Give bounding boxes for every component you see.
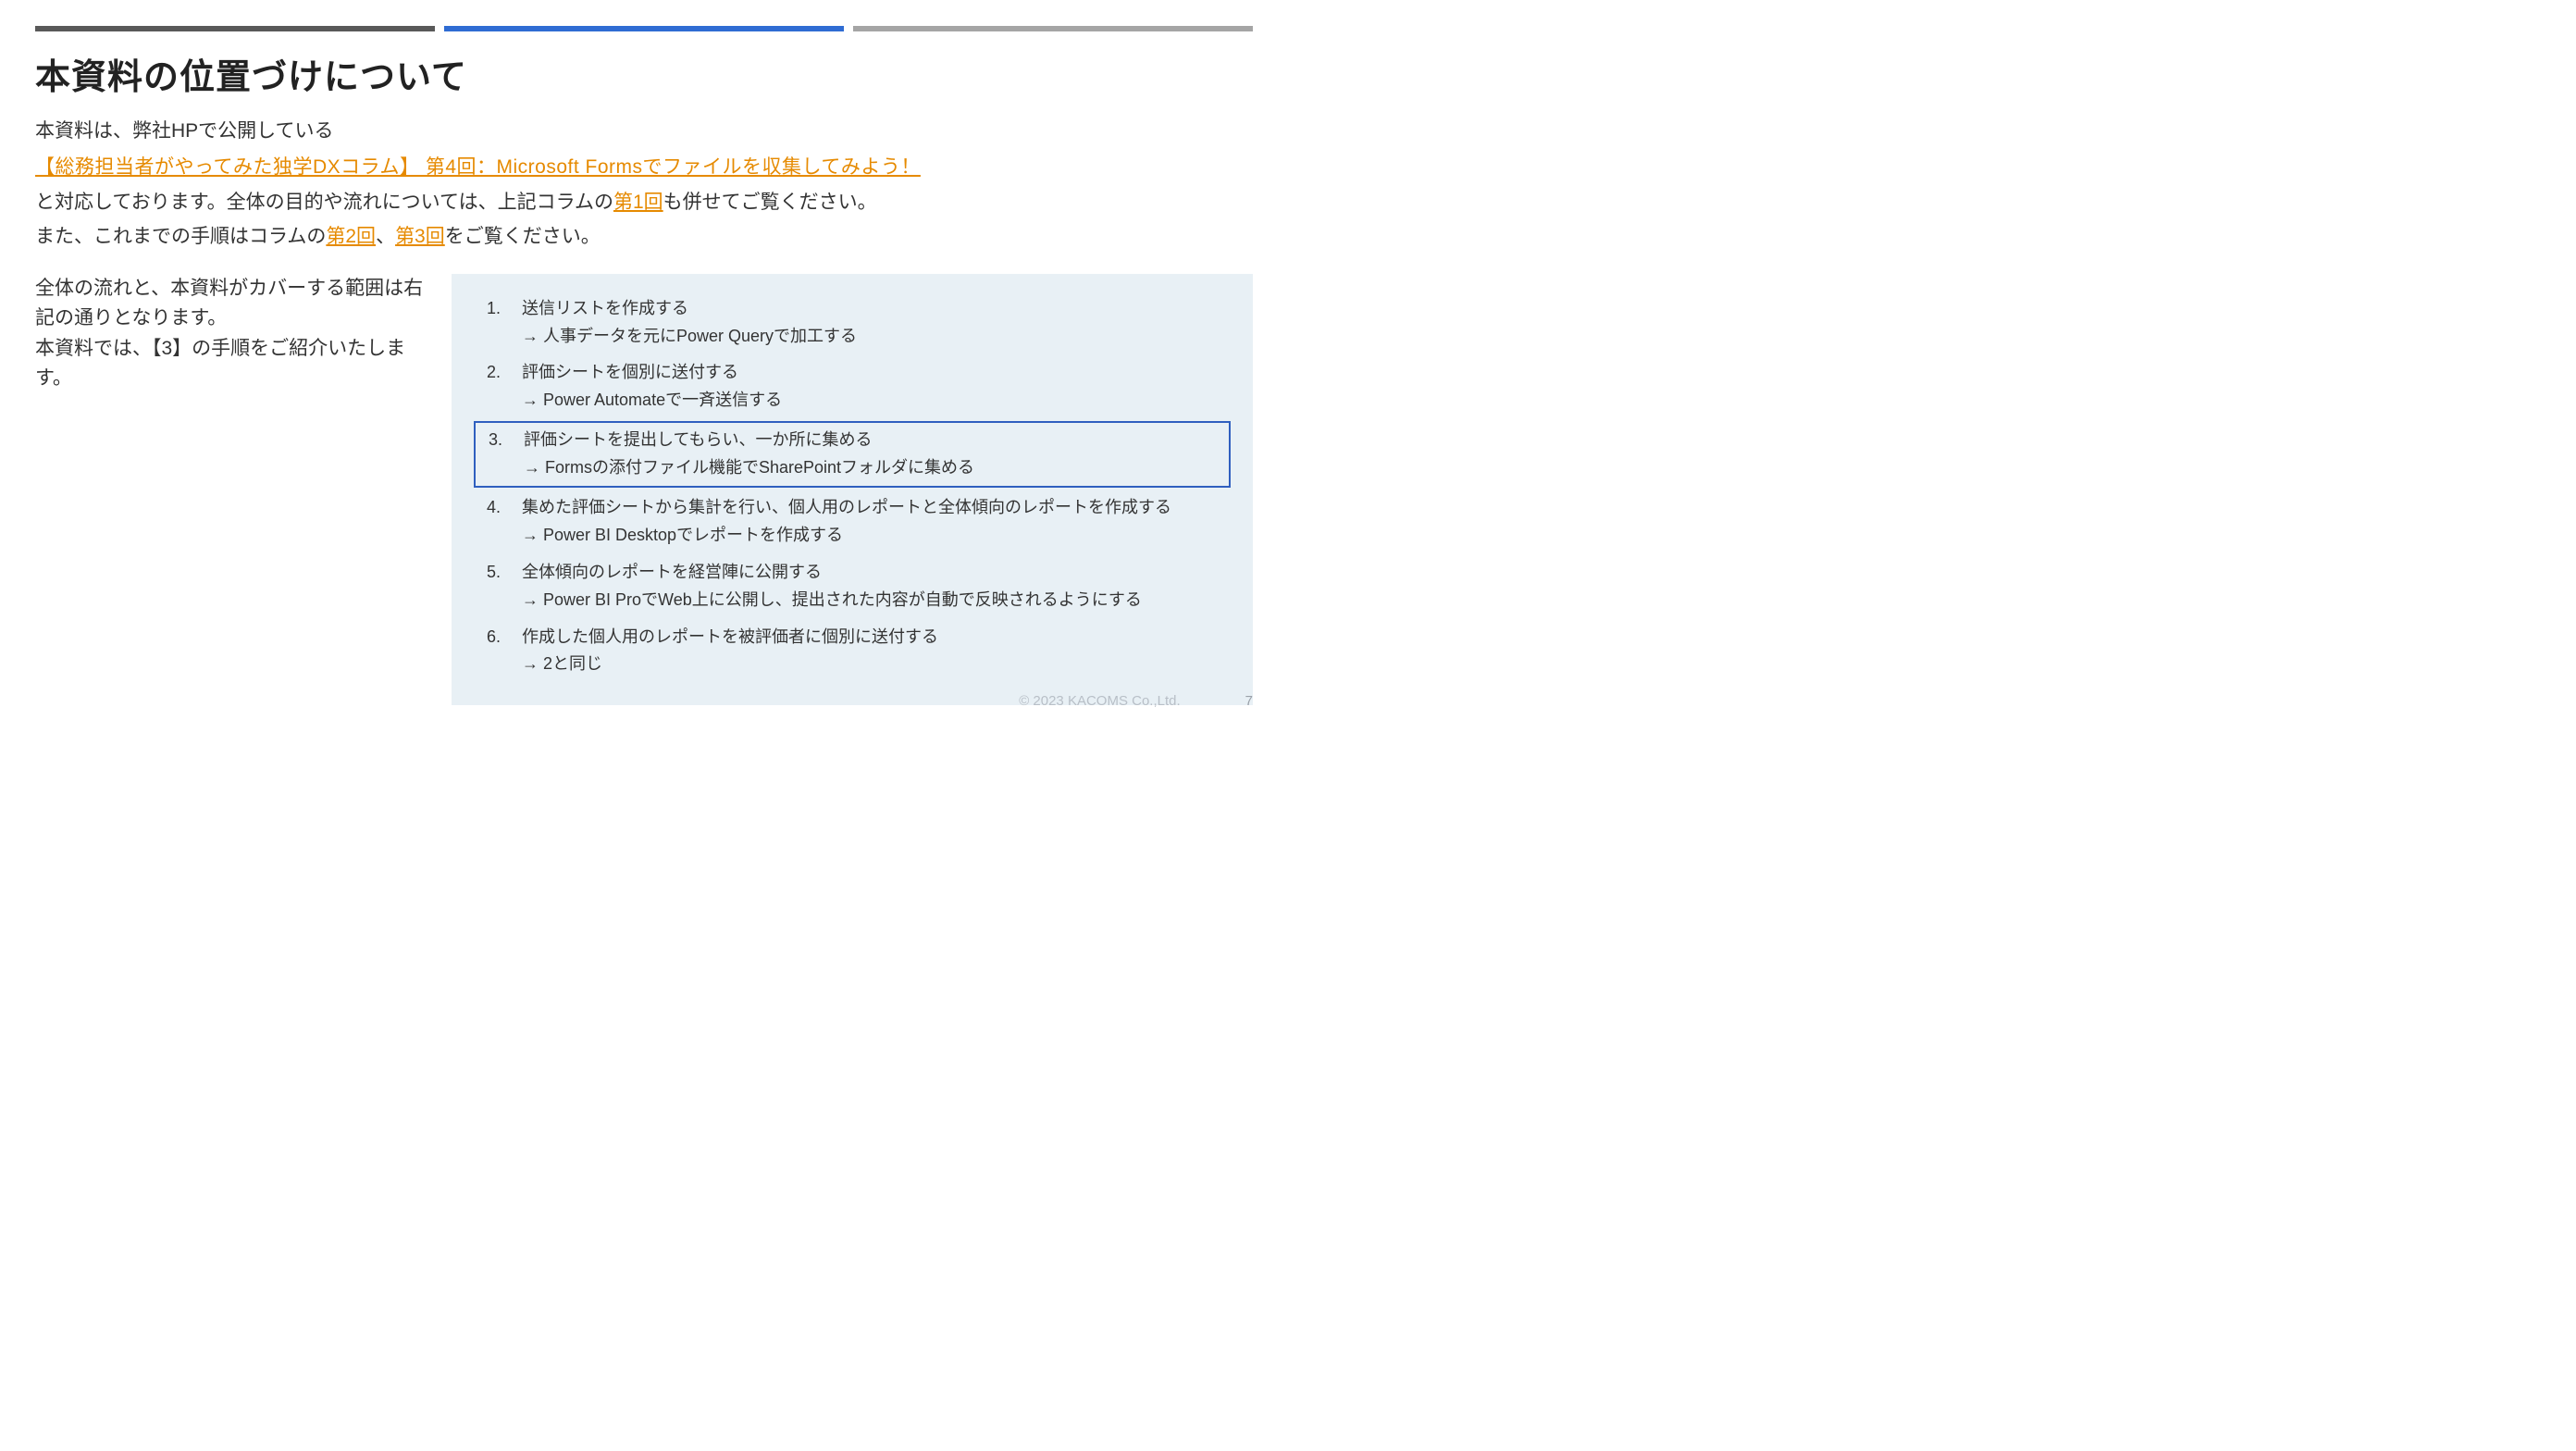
step-title: 評価シートを個別に送付する xyxy=(522,363,738,381)
para2-text-mid: 、 xyxy=(376,226,395,247)
context-paragraph-1: と対応しております。全体の目的や流れについては、上記コラムの第1回も併せてご覧く… xyxy=(35,187,1253,219)
step-sub: → 人事データを元にPower Queryで加工する xyxy=(522,324,1231,350)
para2-text-a: また、これまでの手順はコラムの xyxy=(35,226,326,247)
step-item-6: 作成した個人用のレポートを被評価者に個別に送付する → 2と同じ xyxy=(474,619,1231,684)
step-sub: → Formsの添付ファイル機能でSharePointフォルダに集める xyxy=(524,455,1229,481)
page-title: 本資料の位置づけについて xyxy=(35,48,1253,99)
main-column-link[interactable]: 【総務担当者がやってみた独学DXコラム】 第4回：Microsoft Forms… xyxy=(35,152,921,180)
link-ep2[interactable]: 第2回 xyxy=(326,226,376,247)
para1-text-a: と対応しております。全体の目的や流れについては、上記コラムの xyxy=(35,192,613,213)
link-ep3[interactable]: 第3回 xyxy=(395,226,445,247)
accent-bar-3 xyxy=(853,26,1253,31)
intro-text: 本資料は、弊社HPで公開している xyxy=(35,118,1253,144)
para1-text-b: も併せてご覧ください。 xyxy=(663,192,877,213)
step-item-3: 評価シートを提出してもらい、一か所に集める → Formsの添付ファイル機能でSh… xyxy=(474,421,1231,488)
step-title: 作成した個人用のレポートを被評価者に個別に送付する xyxy=(522,627,938,646)
step-sub: → Power Automateで一斉送信する xyxy=(522,388,1231,414)
copyright-text: © 2023 KACOMS Co.,Ltd. xyxy=(1019,693,1180,709)
page-number: 7 xyxy=(1245,693,1253,709)
content-row: 全体の流れと、本資料がカバーする範囲は右記の通りとなります。本資料では、【3】の… xyxy=(35,274,1253,706)
para2-text-b: をご覧ください。 xyxy=(445,226,601,247)
step-title: 送信リストを作成する xyxy=(522,299,688,317)
step-item-2: 評価シートを個別に送付する → Power Automateで一斉送信する xyxy=(474,354,1231,419)
slide-container: 本資料の位置づけについて 本資料は、弊社HPで公開している 【総務担当者がやって… xyxy=(0,0,1288,726)
steps-list: 送信リストを作成する → 人事データを元にPower Queryで加工する評価シー… xyxy=(474,291,1231,684)
footer: © 2023 KACOMS Co.,Ltd. 7 xyxy=(1019,693,1253,709)
step-sub: → 2と同じ xyxy=(522,651,1231,677)
step-title: 全体傾向のレポートを経営陣に公開する xyxy=(522,563,822,581)
step-title: 評価シートを提出してもらい、一か所に集める xyxy=(524,430,873,449)
step-item-1: 送信リストを作成する → 人事データを元にPower Queryで加工する xyxy=(474,291,1231,355)
steps-box: 送信リストを作成する → 人事データを元にPower Queryで加工する評価シー… xyxy=(452,274,1253,706)
link-ep1[interactable]: 第1回 xyxy=(613,192,663,213)
step-title: 集めた評価シートから集計を行い、個人用のレポートと全体傾向のレポートを作成する xyxy=(522,498,1171,516)
left-description: 全体の流れと、本資料がカバーする範囲は右記の通りとなります。本資料では、【3】の… xyxy=(35,274,433,394)
context-paragraph-2: また、これまでの手順はコラムの第2回、第3回をご覧ください。 xyxy=(35,221,1253,254)
step-sub: → Power BI Desktopでレポートを作成する xyxy=(522,523,1231,549)
accent-bar-2 xyxy=(444,26,844,31)
accent-bar-1 xyxy=(35,26,435,31)
top-accent-bars xyxy=(35,0,1253,31)
step-item-4: 集めた評価シートから集計を行い、個人用のレポートと全体傾向のレポートを作成する →… xyxy=(474,490,1231,554)
step-item-5: 全体傾向のレポートを経営陣に公開する → Power BI ProでWeb上に公開… xyxy=(474,554,1231,619)
step-sub: → Power BI ProでWeb上に公開し、提出された内容が自動で反映される… xyxy=(522,588,1231,614)
